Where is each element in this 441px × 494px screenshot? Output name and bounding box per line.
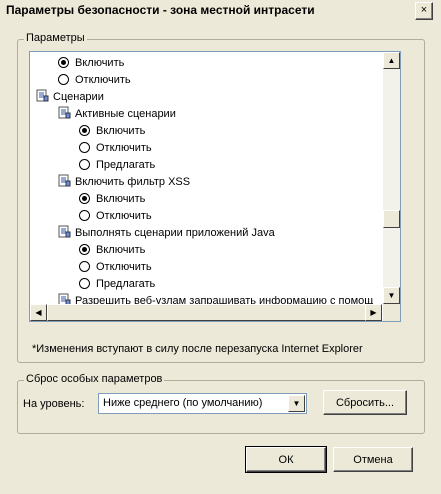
row-label: Предлагать <box>96 278 156 290</box>
radio-option[interactable]: Включить <box>79 191 145 208</box>
settings-doc-icon <box>58 106 71 119</box>
radio-option[interactable]: Включить <box>58 55 124 72</box>
settings-category: Сценарии <box>36 89 104 106</box>
scroll-corner <box>383 304 400 321</box>
horizontal-scrollbar[interactable]: ◀ ▶ <box>30 304 382 321</box>
settings-doc-icon <box>58 293 71 304</box>
settings-item: Активные сценарии <box>58 106 176 123</box>
radio-unchecked-icon[interactable] <box>79 278 90 289</box>
horizontal-scroll-thumb[interactable] <box>47 304 366 321</box>
row-label: Включить <box>96 244 146 256</box>
scroll-right-button[interactable]: ▶ <box>365 304 382 321</box>
radio-option[interactable]: Отключить <box>79 259 152 276</box>
vertical-scrollbar[interactable]: ▲ ▼ <box>383 52 400 304</box>
chevron-down-icon: ▼ <box>292 399 301 408</box>
scroll-down-button[interactable]: ▼ <box>383 287 400 304</box>
window-title: Параметры безопасности - зона местной ин… <box>6 3 315 17</box>
settings-doc-icon <box>58 174 71 187</box>
radio-unchecked-icon[interactable] <box>79 210 90 221</box>
reset-button-label: Сбросить... <box>335 396 395 409</box>
ok-button-label: ОК <box>278 453 294 466</box>
radio-checked-icon[interactable] <box>58 57 69 68</box>
level-dropdown-button[interactable]: ▼ <box>288 395 305 412</box>
radio-checked-icon[interactable] <box>79 193 90 204</box>
scroll-up-button[interactable]: ▲ <box>383 52 400 69</box>
radio-option[interactable]: Отключить <box>58 72 131 89</box>
radio-checked-icon[interactable] <box>79 244 90 255</box>
radio-unchecked-icon[interactable] <box>79 142 90 153</box>
level-select[interactable]: Ниже среднего (по умолчанию) ▼ <box>98 393 307 414</box>
reset-group-label: Сброс особых параметров <box>24 373 165 385</box>
row-label: Отключить <box>96 210 152 222</box>
radio-unchecked-icon[interactable] <box>79 159 90 170</box>
row-label: Включить <box>75 57 125 69</box>
arrow-left-icon: ◀ <box>35 308 42 317</box>
row-label: Сценарии <box>53 91 104 103</box>
level-label: На уровень: <box>23 398 85 410</box>
radio-option[interactable]: Предлагать <box>79 276 155 293</box>
radio-option[interactable]: Включить <box>79 123 145 140</box>
settings-item: Включить фильтр XSS <box>58 174 190 191</box>
close-icon: × <box>420 4 428 16</box>
cancel-button[interactable]: Отмена <box>333 447 413 472</box>
title-bar: Параметры безопасности - зона местной ин… <box>0 0 441 22</box>
radio-unchecked-icon[interactable] <box>58 74 69 85</box>
settings-group: Параметры Включить Отключить Сценарии Актив… <box>17 32 425 363</box>
row-label: Отключить <box>96 261 152 273</box>
cancel-button-label: Отмена <box>353 453 393 466</box>
settings-list[interactable]: Включить Отключить Сценарии Активные сценар… <box>29 51 401 322</box>
settings-item: Разрешить веб-узлам запрашивать информац… <box>58 293 373 304</box>
settings-item: Выполнять сценарии приложений Java <box>58 225 275 242</box>
reset-button[interactable]: Сбросить... <box>323 390 407 415</box>
row-label: Включить фильтр XSS <box>75 176 191 188</box>
row-label: Активные сценарии <box>75 108 176 120</box>
row-label: Включить <box>96 125 146 137</box>
radio-option[interactable]: Отключить <box>79 208 152 225</box>
settings-doc-icon <box>36 89 49 102</box>
ok-button[interactable]: ОК <box>245 446 327 473</box>
row-label: Выполнять сценарии приложений Java <box>75 227 275 239</box>
settings-doc-icon <box>58 225 71 238</box>
settings-group-label: Параметры <box>24 32 87 44</box>
arrow-right-icon: ▶ <box>370 308 377 317</box>
row-label: Разрешить веб-узлам запрашивать информац… <box>75 295 374 304</box>
radio-checked-icon[interactable] <box>79 125 90 136</box>
radio-option[interactable]: Предлагать <box>79 157 155 174</box>
arrow-down-icon: ▼ <box>387 291 396 300</box>
level-select-value: Ниже среднего (по умолчанию) <box>103 397 263 409</box>
row-label: Включить <box>96 193 146 205</box>
scroll-left-button[interactable]: ◀ <box>30 304 47 321</box>
vertical-scroll-thumb[interactable] <box>383 210 400 228</box>
restart-note: *Изменения вступают в силу после перезап… <box>32 343 363 355</box>
row-label: Отключить <box>96 142 152 154</box>
close-button[interactable]: × <box>415 2 433 20</box>
radio-option[interactable]: Включить <box>79 242 145 259</box>
radio-option[interactable]: Отключить <box>79 140 152 157</box>
row-label: Предлагать <box>96 159 156 171</box>
row-label: Отключить <box>75 74 131 86</box>
settings-list-content: Включить Отключить Сценарии Активные сценар… <box>30 52 382 304</box>
arrow-up-icon: ▲ <box>387 56 396 65</box>
radio-unchecked-icon[interactable] <box>79 261 90 272</box>
